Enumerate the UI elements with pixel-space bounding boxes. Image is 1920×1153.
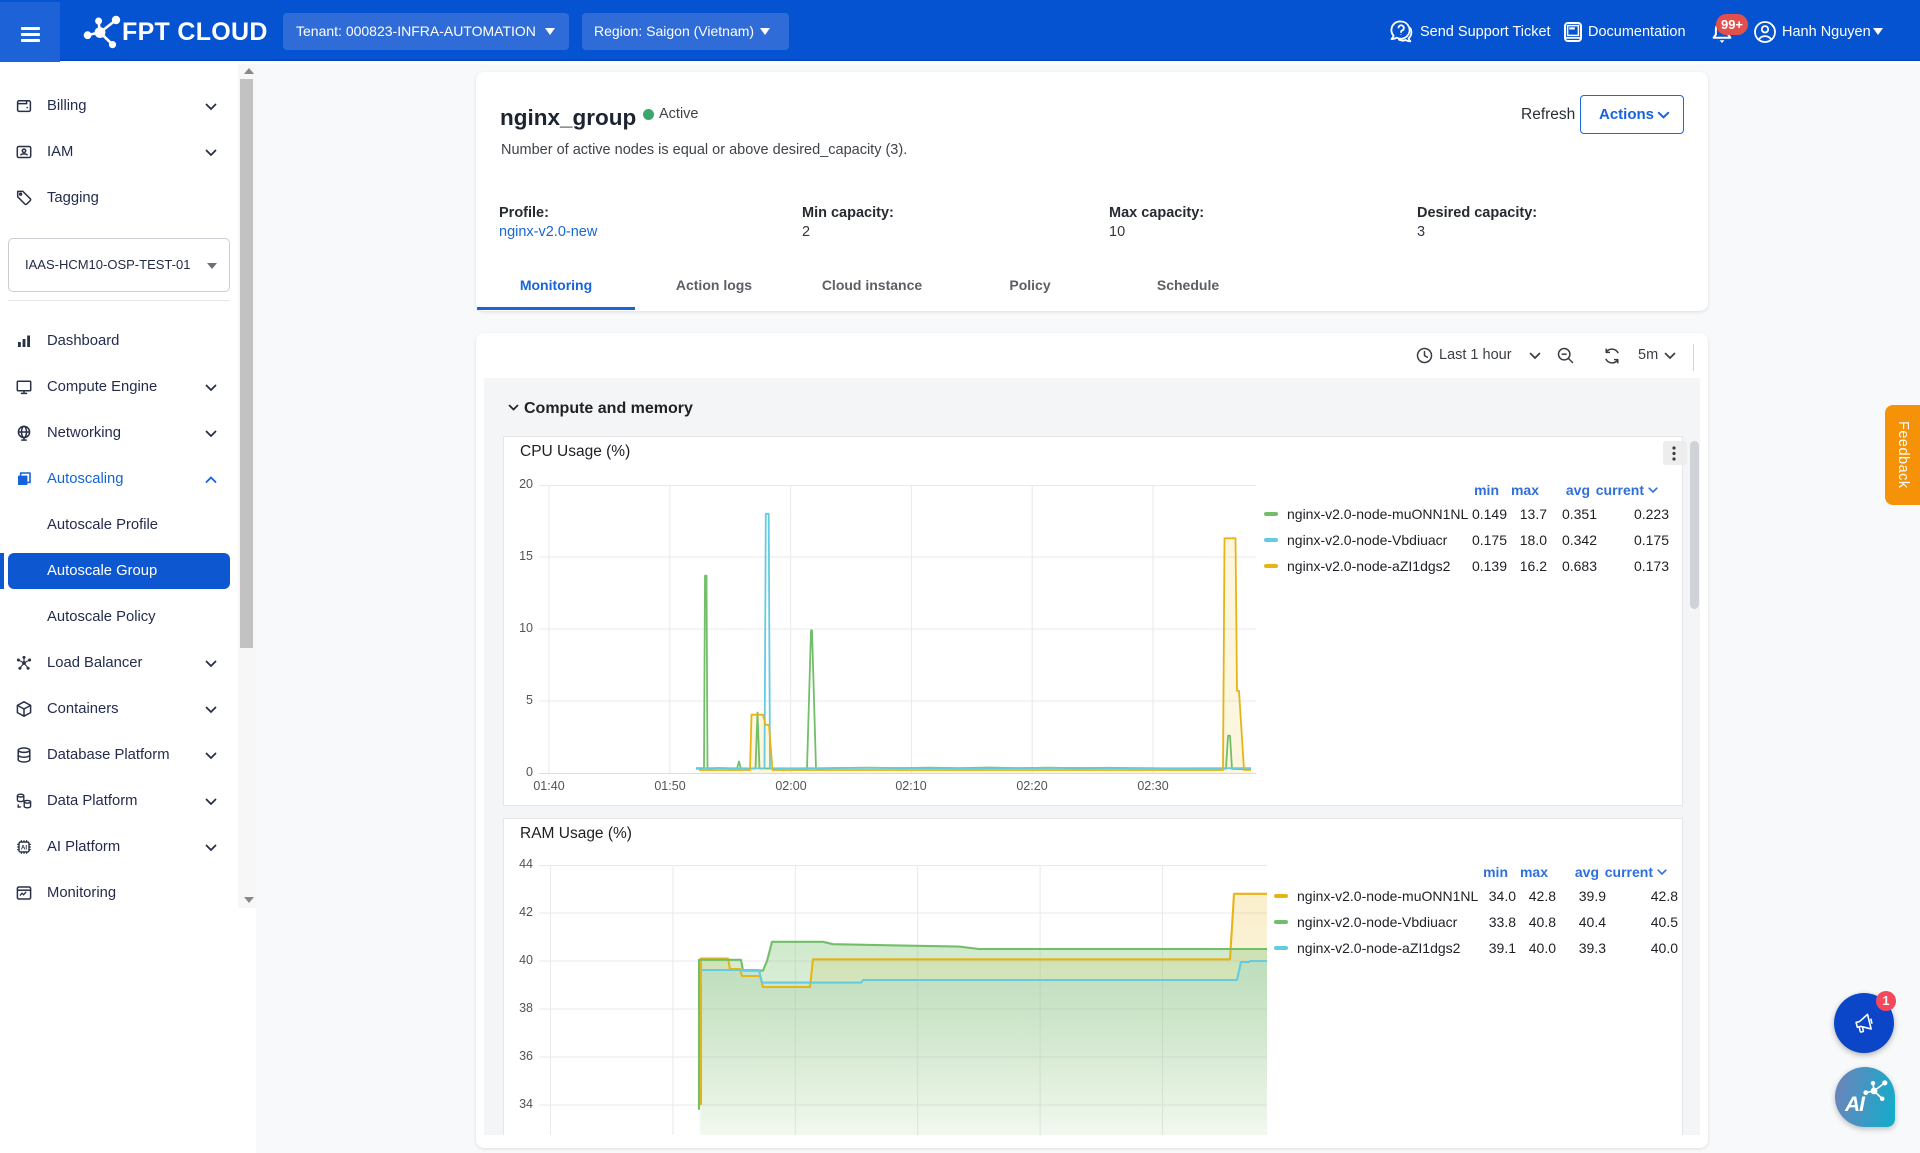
svg-text:AI: AI [21,844,27,851]
